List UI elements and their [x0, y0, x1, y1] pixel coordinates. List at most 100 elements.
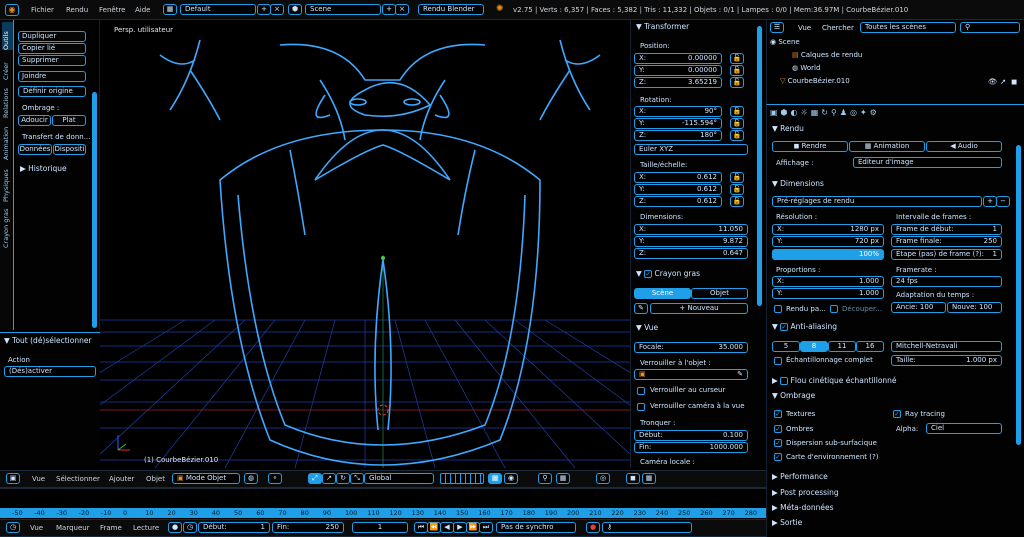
lock-camera-checkbox[interactable] — [637, 403, 645, 411]
full-sample-checkbox[interactable] — [774, 357, 782, 365]
lock-rotation-z-icon[interactable]: 🔓 — [730, 130, 744, 141]
mode-dropdown[interactable]: ▣ Mode Objet — [172, 473, 240, 484]
pivot-point-icon[interactable]: ⚬ — [268, 473, 282, 484]
timeline-menu-playback[interactable]: Lecture — [133, 524, 159, 532]
transform-panel-header[interactable]: ▼ Transformer — [636, 22, 689, 31]
render-preview-icon[interactable]: ◉ — [504, 473, 518, 484]
lock-object-field[interactable]: ▣ ✎ — [634, 369, 748, 380]
join-button[interactable]: Joindre — [18, 71, 86, 82]
manipulator-toggle-icon[interactable]: ⤢ — [308, 473, 322, 484]
tab-relations[interactable]: Relations — [2, 82, 13, 118]
layer-lock-icon[interactable]: ▦ — [488, 473, 502, 484]
layout-add-icon[interactable]: + — [257, 4, 271, 15]
scene-type-icon[interactable]: ⬢ — [288, 4, 302, 15]
dimension-x-field[interactable]: X: 11.050 — [634, 224, 748, 235]
layout-type-icon[interactable]: ▦ — [163, 4, 177, 15]
lock-scale-z-icon[interactable]: 🔓 — [730, 196, 744, 207]
menu-window[interactable]: Fenêtre — [99, 6, 125, 14]
play-reverse-icon[interactable]: ◀ — [440, 522, 454, 533]
duplicate-linked-button[interactable]: Copier lié — [18, 43, 86, 54]
scene-remove-icon[interactable]: × — [395, 4, 409, 15]
grease-object-button[interactable]: Objet — [691, 288, 748, 299]
menu-file[interactable]: Fichier — [31, 6, 54, 14]
outliner-view-menu[interactable]: Vue — [798, 24, 811, 32]
tab-create[interactable]: Créer — [2, 52, 13, 80]
timeline-end-field[interactable]: Fin: 250 — [272, 522, 344, 533]
frame-step-field[interactable]: Étape (pas) de frame (?): 1 — [891, 249, 1002, 260]
properties-scrollbar[interactable] — [1016, 145, 1021, 445]
timeline-ruler[interactable] — [0, 508, 766, 518]
outliner-type-icon[interactable]: ☰ — [770, 22, 784, 33]
history-panel-header[interactable]: ▶ Historique — [20, 164, 67, 173]
shading-mode-icon[interactable]: ◍ — [244, 473, 258, 484]
view-panel-header[interactable]: ▼ Vue — [636, 323, 658, 332]
shadows-checkbox[interactable]: ✓ — [774, 425, 782, 433]
focal-length-field[interactable]: Focale: 35.000 — [634, 342, 748, 353]
rotation-z-field[interactable]: Z: 180° — [634, 130, 722, 141]
snap-toggle-icon[interactable]: ⚲ — [538, 473, 552, 484]
opengl-render-icon[interactable]: ◼ — [626, 473, 640, 484]
grease-new-button[interactable]: + Nouveau — [650, 303, 748, 314]
view3d-menu-view[interactable]: Vue — [32, 475, 45, 483]
render-presets-dropdown[interactable]: Pré-réglages de rendu — [772, 196, 982, 207]
menu-help[interactable]: Aide — [135, 6, 150, 14]
post-processing-panel-header[interactable]: ▶ Post processing — [772, 488, 839, 497]
position-y-field[interactable]: Y: 0.00000 — [634, 65, 722, 76]
layout-selector[interactable]: Default — [180, 4, 256, 15]
view3d-menu-object[interactable]: Objet — [146, 475, 165, 483]
set-origin-dropdown[interactable]: Définir origine — [18, 86, 86, 97]
translate-icon[interactable]: ↗ — [322, 473, 336, 484]
shading-panel-header[interactable]: ▼ Ombrage — [772, 391, 815, 400]
metadata-panel-header[interactable]: ▶ Méta-données — [772, 503, 833, 512]
timeline-menu-marker[interactable]: Marqueur — [56, 524, 90, 532]
scale-z-field[interactable]: Z: 0.612 — [634, 196, 722, 207]
lock-cursor-checkbox[interactable] — [637, 387, 645, 395]
render-camera-icon[interactable]: ◼ — [1011, 77, 1017, 86]
tab-tools[interactable]: Outils — [2, 22, 13, 50]
outliner-item-curve[interactable]: ▽ CourbeBézier.010 — [780, 77, 850, 85]
pencil-icon[interactable]: ✎ — [634, 303, 648, 314]
lock-position-x-icon[interactable]: 🔓 — [730, 53, 744, 64]
menu-render[interactable]: Rendu — [66, 6, 88, 14]
aa-samples-8-button[interactable]: 8 — [800, 341, 828, 352]
tab-grease-pencil[interactable]: Crayon gras — [2, 206, 13, 248]
data-layout-button[interactable]: Dispositi — [53, 144, 86, 155]
view3d-menu-select[interactable]: Sélectionner — [56, 475, 100, 483]
timeline-menu-frame[interactable]: Frame — [100, 524, 122, 532]
lock-position-y-icon[interactable]: 🔓 — [730, 65, 744, 76]
view3d-menu-add[interactable]: Ajouter — [109, 475, 134, 483]
next-keyframe-icon[interactable]: ⏩ — [466, 522, 480, 533]
play-icon[interactable]: ▶ — [453, 522, 467, 533]
output-panel-header[interactable]: ▶ Sortie — [772, 518, 802, 527]
time-remap-old-field[interactable]: Ancie: 100 — [891, 302, 946, 313]
position-z-field[interactable]: Z: 3.65219 — [634, 77, 722, 88]
timeline-start-field[interactable]: Début: 1 — [198, 522, 270, 533]
frame-end-field[interactable]: Frame finale: 250 — [891, 236, 1002, 247]
proportional-edit-icon[interactable]: ◎ — [596, 473, 610, 484]
lock-rotation-y-icon[interactable]: 🔓 — [730, 118, 744, 129]
motion-blur-panel-header[interactable]: ▶ Flou cinétique échantillonné — [772, 376, 897, 385]
antialiasing-panel-header[interactable]: ▼ ✓ Anti-aliasing — [772, 322, 837, 331]
sss-checkbox[interactable]: ✓ — [774, 439, 782, 447]
outliner-item-render-layers[interactable]: ▤ Calques de rendu — [792, 51, 862, 59]
scene-selector[interactable]: Scene — [305, 4, 381, 15]
clip-end-field[interactable]: Fin: 1000.000 — [634, 442, 748, 453]
timeline-editor-icon[interactable]: ◷ — [6, 522, 20, 533]
n-panel-scrollbar[interactable] — [757, 26, 762, 306]
rotation-mode-dropdown[interactable]: Euler XYZ — [634, 144, 748, 155]
preview-range-icon[interactable]: ◷ — [183, 522, 197, 533]
editor-type-icon[interactable]: ▣ — [6, 473, 20, 484]
crop-checkbox[interactable] — [830, 305, 838, 313]
frame-start-field[interactable]: Frame de début: 1 — [891, 224, 1002, 235]
render-animation-button[interactable]: ▦ Animation — [849, 141, 925, 152]
data-transfer-button[interactable]: Données — [18, 144, 52, 155]
aa-samples-11-button[interactable]: 11 — [828, 341, 856, 352]
dimension-y-field[interactable]: Y: 9.872 — [634, 236, 748, 247]
layer-buttons[interactable] — [440, 473, 484, 484]
scale-x-field[interactable]: X: 0.612 — [634, 172, 722, 183]
resolution-percentage-slider[interactable]: 100% — [772, 249, 884, 260]
auto-keying-icon[interactable]: ● — [586, 522, 600, 533]
grease-scene-button[interactable]: Scène — [634, 288, 691, 299]
shade-smooth-button[interactable]: Adoucir — [18, 115, 51, 126]
shade-flat-button[interactable]: Plat — [52, 115, 86, 126]
